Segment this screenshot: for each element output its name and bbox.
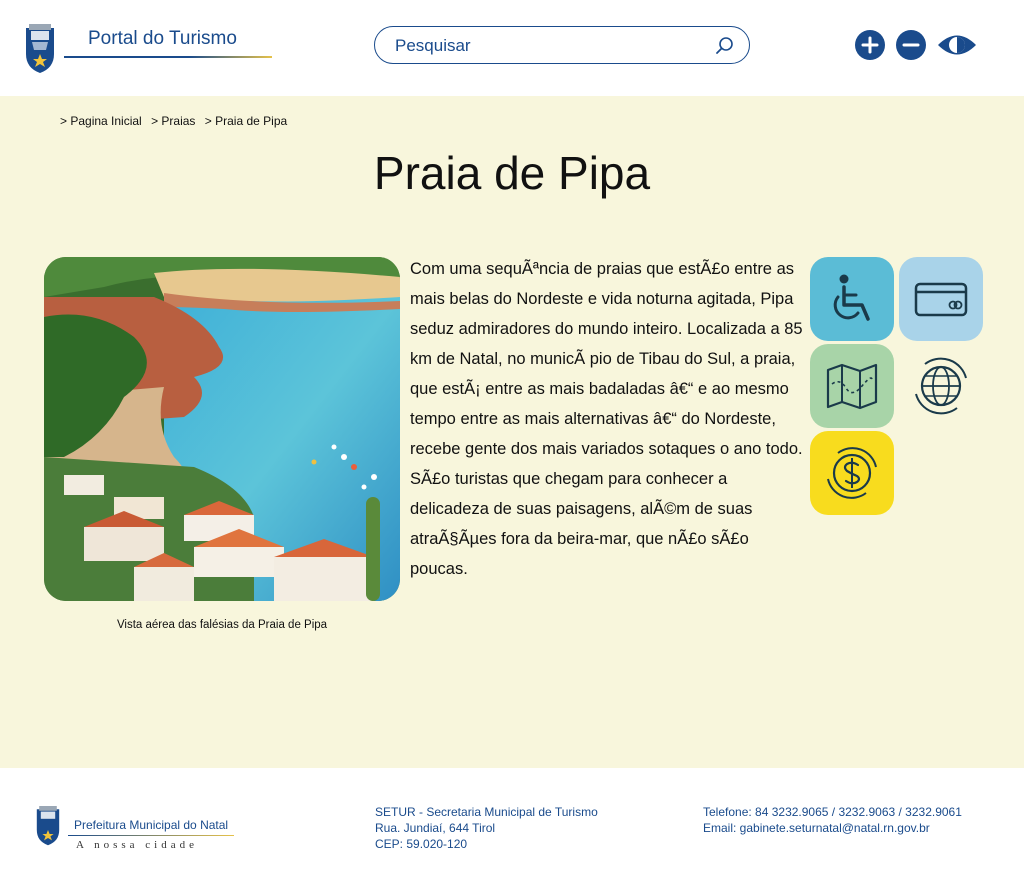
language-tile[interactable] [899, 344, 983, 428]
map-icon [826, 363, 878, 410]
footer-email-link[interactable]: Email: gabinete.seturnatal@natal.rn.gov.… [703, 820, 962, 836]
increase-font-button[interactable] [855, 30, 885, 60]
globe-icon [915, 357, 967, 415]
beach-aerial-illustration [44, 257, 400, 601]
footer-logo-tagline: A nossa cidade [76, 839, 198, 851]
breadcrumb-home-link[interactable]: > Pagina Inicial [60, 114, 142, 128]
image-caption: Vista aérea das falésias da Praia de Pip… [116, 619, 328, 631]
footer-address-line: CEP: 59.020-120 [375, 837, 468, 851]
wheelchair-icon [833, 274, 870, 321]
logo-underline [64, 56, 272, 58]
footer-logo-underline [68, 835, 234, 836]
minus-circle-icon [902, 43, 920, 47]
prefeitura-logo[interactable]: Prefeitura Municipal do Natal A nossa ci… [32, 804, 252, 854]
credit-card-icon [914, 282, 968, 317]
city-crest-icon [36, 806, 60, 846]
site-footer: Prefeitura Municipal do Natal A nossa ci… [0, 768, 1024, 886]
footer-phone: Telefone: 84 3232.9065 / 3232.9063 / 323… [703, 805, 962, 819]
footer-contact: Telefone: 84 3232.9065 / 3232.9063 / 323… [703, 804, 962, 836]
contrast-eye-icon [938, 35, 976, 55]
footer-address: SETUR - Secretaria Municipal de Turismo … [375, 804, 598, 852]
search-input[interactable] [393, 34, 697, 58]
logo-title: Portal do Turismo [88, 28, 237, 49]
contrast-button[interactable] [936, 30, 978, 60]
currency-tile[interactable] [810, 431, 894, 515]
search-icon[interactable] [715, 36, 735, 56]
portal-logo[interactable]: Portal do Turismo [20, 24, 280, 74]
breadcrumb-current: > Praia de Pipa [204, 114, 288, 128]
accessibility-tile[interactable] [810, 257, 894, 341]
page-title: Praia de Pipa [373, 147, 651, 199]
map-tile[interactable] [810, 344, 894, 428]
footer-address-line: Rua. Jundiaí, 644 Tirol [375, 821, 496, 835]
footer-address-line: SETUR - Secretaria Municipal de Turismo [375, 805, 598, 819]
main-content: > Pagina Inicial > Praias > Praia de Pip… [0, 96, 1024, 768]
decrease-font-button[interactable] [896, 30, 926, 60]
city-crest-icon [26, 24, 54, 73]
breadcrumb: > Pagina Inicial > Praias > Praia de Pip… [60, 114, 293, 128]
credit-card-tile[interactable] [899, 257, 983, 341]
beach-photo [44, 257, 400, 601]
footer-logo-title: Prefeitura Municipal do Natal [74, 818, 229, 832]
search-box[interactable] [374, 26, 750, 64]
breadcrumb-praias-link[interactable]: > Praias [151, 114, 195, 128]
site-header: Portal do Turismo [0, 0, 1024, 96]
money-icon [827, 447, 877, 499]
beach-description: Com uma sequÃªncia de praias que estÃ£o … [410, 260, 803, 578]
plus-circle-icon [861, 36, 879, 54]
